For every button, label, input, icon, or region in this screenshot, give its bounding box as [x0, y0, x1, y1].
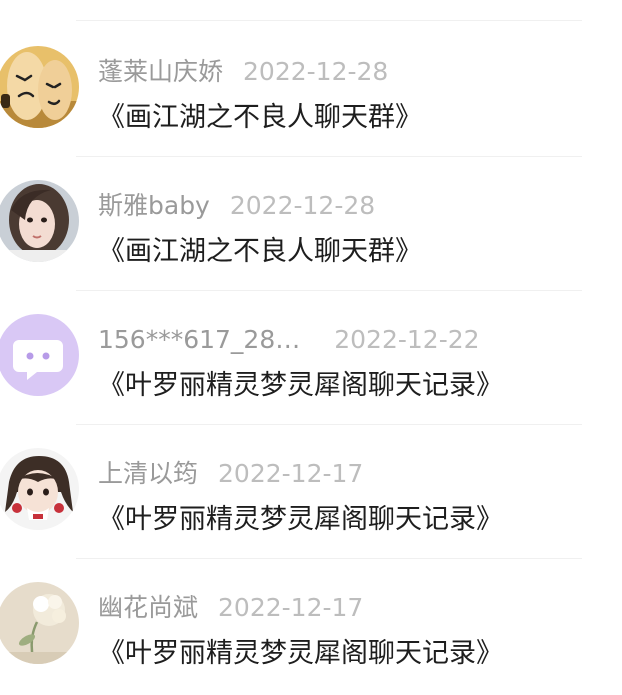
username[interactable]: 斯雅baby [98, 190, 210, 222]
girl-portrait-photo-icon[interactable] [0, 180, 79, 262]
date: 2022-12-17 [218, 459, 364, 488]
username[interactable]: 156***617_28… [98, 324, 300, 356]
novel-title-link[interactable]: 《叶罗丽精灵梦灵犀阁聊天记录》 [98, 636, 503, 672]
date: 2022-12-28 [229, 191, 376, 220]
date: 2022-12-17 [218, 593, 364, 622]
date: 2022-12-22 [334, 325, 480, 354]
username[interactable]: 幽花尚斌 [98, 592, 198, 624]
novel-title-link[interactable]: 《画江湖之不良人聊天群》 [98, 100, 422, 136]
username[interactable]: 上清以筠 [98, 458, 198, 490]
comment-item[interactable]: 蓬莱山庆娇 2022-12-28 《画江湖之不良人聊天群》 [0, 22, 622, 156]
novel-title-link[interactable]: 《画江湖之不良人聊天群》 [98, 234, 422, 270]
novel-title-link[interactable]: 《叶罗丽精灵梦灵犀阁聊天记录》 [98, 368, 503, 404]
comment-item[interactable]: 幽花尚斌 2022-12-17 《叶罗丽精灵梦灵犀阁聊天记录》 [0, 558, 622, 692]
username[interactable]: 蓬莱山庆娇 [98, 56, 223, 88]
comment-item[interactable]: 斯雅baby 2022-12-28 《画江湖之不良人聊天群》 [0, 156, 622, 290]
comment-item[interactable]: 156***617_28… 2022-12-22 《叶罗丽精灵梦灵犀阁聊天记录》 [0, 290, 622, 424]
divider [76, 20, 582, 21]
novel-title-link[interactable]: 《叶罗丽精灵梦灵犀阁聊天记录》 [98, 502, 503, 538]
comment-item[interactable]: 上清以筠 2022-12-17 《叶罗丽精灵梦灵犀阁聊天记录》 [0, 424, 622, 558]
comment-list: 蓬莱山庆娇 2022-12-28 《画江湖之不良人聊天群》 斯雅baby 2022-… [0, 0, 622, 695]
anime-girl-avatar-icon[interactable] [0, 448, 79, 530]
flower-photo-avatar-icon[interactable] [0, 582, 79, 664]
finger-face-photo-icon[interactable] [0, 46, 79, 128]
default-chat-bubble-avatar-icon[interactable] [0, 314, 79, 396]
date: 2022-12-28 [243, 57, 389, 86]
